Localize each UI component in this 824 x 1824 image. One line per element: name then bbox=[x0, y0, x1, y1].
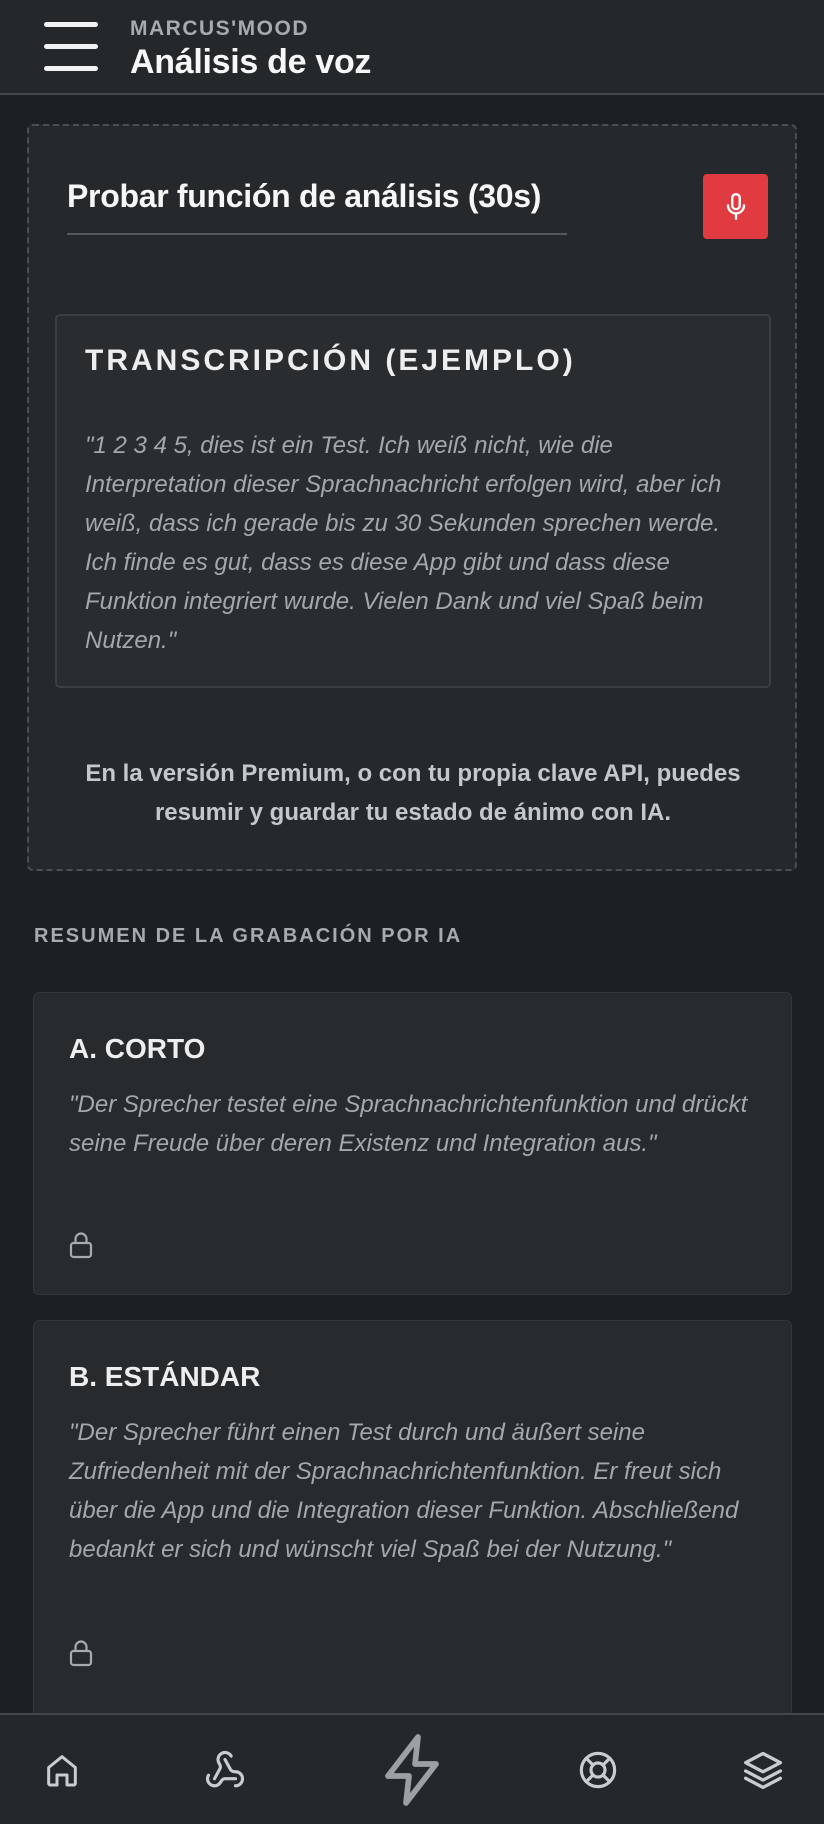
home-icon bbox=[47, 1754, 77, 1786]
summary-card-short: A. CORTO "Der Sprecher testet eine Sprac… bbox=[33, 992, 792, 1295]
voice-test-panel: Probar función de análisis (30s) TRANSCR… bbox=[27, 124, 797, 871]
lock-icon[interactable] bbox=[68, 1231, 94, 1259]
summary-card-standard: B. ESTÁNDAR "Der Sprecher führt einen Te… bbox=[33, 1320, 792, 1720]
bottom-navigation bbox=[0, 1713, 824, 1824]
nav-help[interactable] bbox=[556, 1715, 640, 1824]
lifebuoy-icon bbox=[579, 1751, 617, 1788]
nav-lightning[interactable] bbox=[362, 1715, 462, 1824]
summary-card-title: A. CORTO bbox=[69, 1033, 206, 1064]
layers-icon bbox=[743, 1751, 783, 1789]
nav-layers[interactable] bbox=[721, 1715, 805, 1824]
app-header: MARCUS'MOOD Análisis de voz bbox=[0, 0, 824, 95]
nav-webhook[interactable] bbox=[183, 1715, 267, 1824]
transcript-box: TRANSCRIPCIÓN (EJEMPLO) "1 2 3 4 5, dies… bbox=[55, 314, 771, 688]
summary-card-text: "Der Sprecher führt einen Test durch und… bbox=[69, 1419, 739, 1563]
lock-icon[interactable] bbox=[68, 1639, 94, 1667]
test-function-title: Probar función de análisis (30s) bbox=[67, 178, 567, 235]
record-button[interactable] bbox=[703, 174, 768, 239]
summary-card-title: B. ESTÁNDAR bbox=[69, 1361, 261, 1392]
app-name: MARCUS'MOOD bbox=[130, 17, 309, 40]
nav-home[interactable] bbox=[20, 1715, 104, 1824]
hamburger-menu-icon[interactable] bbox=[40, 20, 100, 76]
microphone-icon bbox=[726, 192, 745, 220]
transcript-heading: TRANSCRIPCIÓN (EJEMPLO) bbox=[85, 344, 576, 377]
summary-section-label: RESUMEN DE LA GRABACIÓN POR IA bbox=[34, 925, 463, 947]
lightning-bolt-icon bbox=[385, 1733, 439, 1806]
transcript-text: "1 2 3 4 5, dies ist ein Test. Ich weiß … bbox=[85, 432, 722, 654]
premium-note: En la versión Premium, o con tu propia c… bbox=[85, 760, 741, 826]
page-title: Análisis de voz bbox=[130, 43, 372, 81]
summary-card-text: "Der Sprecher testet eine Sprachnachrich… bbox=[69, 1091, 748, 1157]
webhook-icon bbox=[205, 1750, 245, 1787]
